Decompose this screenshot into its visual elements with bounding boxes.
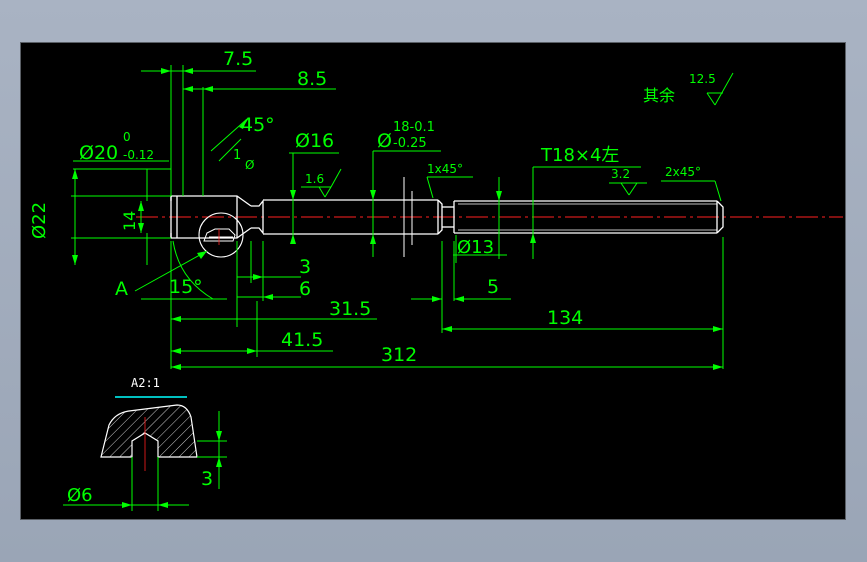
dim-phi20-lower: -0.12 [123,148,154,162]
chamfer-1x45: 1x45° [427,162,463,176]
dim-8-5: 8.5 [297,68,327,90]
dim-phi20: Ø20 [79,142,118,164]
dim-phi18: Ø [377,130,392,152]
detail-dim-phi6: Ø6 [67,485,93,506]
dim-15-deg: 15° [169,276,203,298]
label-a: A [115,278,128,300]
dim-7-5: 7.5 [223,48,253,70]
detail-title: A2:1 [131,376,160,390]
roughness-3-2: 3.2 [611,167,630,181]
thread-spec: T18×4左 [540,145,619,166]
detail-section [100,404,198,458]
roughness-1-6: 1.6 [305,172,324,186]
dim-1: 1 [233,148,241,163]
dim-phi20-upper: 0 [123,130,131,144]
detail-view-a: A2:1 Ø6 3 [63,376,227,511]
dim-5: 5 [487,276,499,298]
dim-phi-small: Ø [245,158,254,172]
dim-134: 134 [547,307,583,329]
dim-45-deg: 45° [241,114,275,136]
detail-dim-3: 3 [201,468,213,490]
dimension-arrows [72,68,723,370]
dim-phi18-lower: -0.25 [393,136,427,151]
dim-phi16: Ø16 [295,130,334,152]
dim-phi22: Ø22 [29,202,50,239]
chamfer-2x45: 2x45° [665,165,701,179]
dim-31-5: 31.5 [329,298,371,320]
dim-6: 6 [299,278,311,300]
drawing-canvas[interactable]: 7.5 8.5 45° 1 Ø Ø16 Ø20 0 -0.12 Ø 18-0.1… [21,43,847,521]
roughness-12-5: 12.5 [689,72,716,86]
dim-312: 312 [381,344,417,366]
dim-41-5: 41.5 [281,329,323,351]
dim-phi18-upper: 18-0.1 [393,120,435,135]
dim-phi13: Ø13 [457,237,494,258]
cad-drawing-viewport[interactable]: 7.5 8.5 45° 1 Ø Ø16 Ø20 0 -0.12 Ø 18-0.1… [20,42,846,520]
dim-14: 14 [120,211,139,231]
other-surfaces-note: 其余 [643,86,675,105]
dimension-labels: 7.5 8.5 45° 1 Ø Ø16 Ø20 0 -0.12 Ø 18-0.1… [29,48,716,366]
dim-3: 3 [299,256,311,278]
